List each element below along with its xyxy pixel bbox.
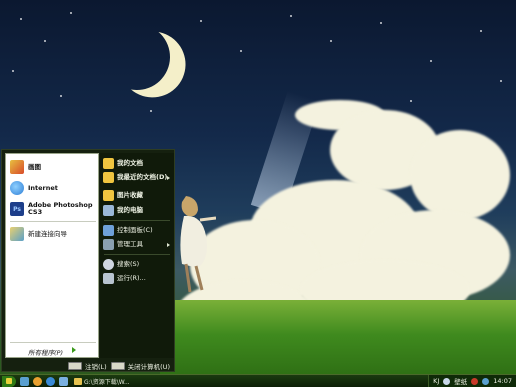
taskbar: G:\资源下载\W... KJ 壁纸 14:07 bbox=[0, 374, 516, 387]
star bbox=[70, 12, 72, 14]
star bbox=[44, 40, 46, 42]
start-menu-right-pane: 我的文档 我最近的文档(D) 图片收藏 我的电脑 控制面板(C) 管理工具 搜索… bbox=[100, 153, 174, 358]
control-panel-icon bbox=[103, 225, 114, 236]
arrow-right-icon bbox=[72, 347, 76, 353]
separator bbox=[10, 221, 96, 222]
menu-item-label: 管理工具 bbox=[117, 240, 143, 248]
tray-wallpaper-label[interactable]: 壁纸 bbox=[454, 376, 467, 386]
star bbox=[20, 18, 22, 20]
star bbox=[200, 20, 202, 22]
admin-tools-icon bbox=[103, 239, 114, 250]
menu-item-label: 我的电脑 bbox=[117, 206, 143, 214]
power-icon bbox=[110, 362, 125, 370]
cloud bbox=[410, 130, 510, 220]
network-wizard-icon bbox=[10, 227, 24, 241]
search-icon bbox=[103, 259, 114, 270]
paint-icon bbox=[10, 160, 24, 174]
tray-keyboard-icon[interactable] bbox=[443, 377, 451, 385]
my-documents-icon bbox=[103, 158, 114, 169]
shutdown-label: 关闭计算机(U) bbox=[127, 363, 170, 371]
separator bbox=[104, 254, 170, 255]
star bbox=[480, 30, 482, 32]
recent-documents-icon bbox=[103, 172, 114, 183]
star bbox=[150, 110, 152, 112]
star bbox=[500, 80, 502, 82]
logoff-label: 注销(L) bbox=[84, 363, 107, 371]
taskbar-task-label: G:\资源下载\W... bbox=[84, 378, 130, 386]
menu-item-my-computer[interactable]: 我的电脑 bbox=[103, 205, 143, 216]
menu-item-label: 新建连接向导 bbox=[28, 229, 67, 238]
star bbox=[290, 15, 292, 17]
star bbox=[330, 40, 332, 42]
menu-item-label: 我的文档 bbox=[117, 159, 143, 167]
logoff-icon bbox=[67, 362, 82, 370]
menu-item-recent-documents[interactable]: 我最近的文档(D) bbox=[103, 172, 169, 183]
menu-item-internet[interactable]: Internet bbox=[10, 178, 58, 198]
quicklaunch-browser-icon[interactable] bbox=[33, 376, 42, 386]
star bbox=[380, 22, 382, 24]
clock[interactable]: 14:07 bbox=[493, 377, 512, 385]
system-tray: KJ 壁纸 14:07 bbox=[428, 375, 516, 387]
tray-network-icon[interactable] bbox=[482, 377, 490, 385]
quicklaunch-desktop-icon[interactable] bbox=[20, 376, 29, 386]
menu-item-label: Adobe Photoshop CS3 bbox=[28, 201, 93, 216]
shutdown-button[interactable]: 关闭计算机(U) bbox=[110, 361, 170, 371]
star bbox=[60, 95, 62, 97]
menu-item-label: 控制面板(C) bbox=[117, 226, 153, 234]
menu-item-control-panel[interactable]: 控制面板(C) bbox=[103, 225, 153, 236]
menu-item-label: Internet bbox=[28, 183, 58, 192]
menu-item-label: 运行(R)... bbox=[117, 274, 146, 282]
girl-figure bbox=[180, 196, 216, 293]
separator bbox=[104, 220, 170, 221]
quicklaunch-ie-icon[interactable] bbox=[46, 376, 55, 386]
menu-item-admin-tools[interactable]: 管理工具 bbox=[103, 239, 143, 250]
logoff-button[interactable]: 注销(L) bbox=[67, 361, 107, 371]
start-button[interactable] bbox=[2, 375, 16, 387]
star bbox=[240, 50, 242, 52]
internet-explorer-icon bbox=[10, 181, 24, 195]
menu-item-photoshop[interactable]: Ps Adobe Photoshop CS3 bbox=[10, 200, 94, 218]
my-pictures-icon bbox=[103, 190, 114, 201]
star bbox=[430, 60, 432, 62]
start-menu: 画图 Internet Ps Adobe Photoshop CS3 新建连接向… bbox=[1, 149, 175, 372]
chevron-right-icon bbox=[167, 243, 170, 247]
menu-item-label: 搜索(S) bbox=[117, 260, 140, 268]
menu-item-label: 画图 bbox=[28, 162, 41, 171]
star bbox=[410, 100, 412, 102]
menu-item-search[interactable]: 搜索(S) bbox=[103, 259, 139, 270]
moon bbox=[99, 19, 175, 95]
menu-item-network-wizard[interactable]: 新建连接向导 bbox=[10, 224, 67, 244]
menu-item-label: 图片收藏 bbox=[117, 191, 143, 199]
ime-indicator[interactable]: KJ bbox=[433, 377, 439, 385]
taskbar-task-explorer[interactable]: G:\资源下载\W... bbox=[74, 376, 130, 386]
start-menu-footer: 注销(L) 关闭计算机(U) bbox=[2, 360, 174, 372]
menu-item-paint[interactable]: 画图 bbox=[10, 157, 41, 177]
star bbox=[12, 70, 14, 72]
tray-antivirus-icon[interactable] bbox=[471, 377, 479, 385]
my-computer-icon bbox=[103, 205, 114, 216]
start-menu-left-pane: 画图 Internet Ps Adobe Photoshop CS3 新建连接向… bbox=[5, 153, 99, 358]
menu-item-my-documents[interactable]: 我的文档 bbox=[103, 158, 143, 169]
quicklaunch-app-icon[interactable] bbox=[59, 376, 68, 386]
menu-item-run[interactable]: 运行(R)... bbox=[103, 273, 146, 284]
photoshop-icon: Ps bbox=[10, 202, 24, 216]
run-icon bbox=[103, 273, 114, 284]
menu-item-my-pictures[interactable]: 图片收藏 bbox=[103, 190, 143, 201]
all-programs-button[interactable]: 所有程序(P) bbox=[28, 347, 63, 357]
windows-logo-icon bbox=[6, 378, 12, 384]
folder-icon bbox=[74, 377, 82, 385]
separator bbox=[10, 342, 96, 343]
menu-item-label: 我最近的文档(D) bbox=[117, 173, 168, 181]
chevron-right-icon bbox=[167, 176, 170, 180]
